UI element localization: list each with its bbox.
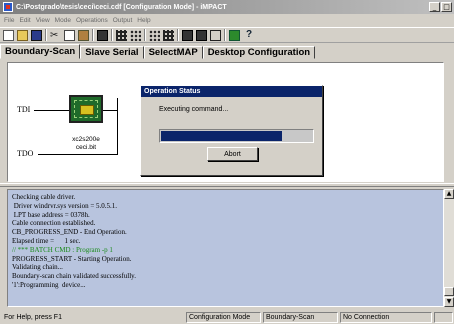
open-folder-icon[interactable]: [17, 29, 28, 41]
initialize-chain-icon[interactable]: [130, 29, 141, 41]
new-file-icon[interactable]: [3, 29, 14, 41]
toolbar-separator: [144, 29, 146, 41]
erase-icon[interactable]: [196, 29, 207, 41]
log-line: CB_PROGRESS_END - End Operation.: [12, 228, 127, 237]
device-file: ceci.bit: [75, 144, 97, 151]
toolbar-separator: [111, 29, 113, 41]
scroll-thumb[interactable]: [444, 287, 454, 296]
window-controls: _ □: [429, 2, 452, 12]
toolbar-separator: [177, 29, 179, 41]
verify-icon[interactable]: [182, 29, 193, 41]
output-console[interactable]: Checking cable driver. Driver windrvr.sy…: [7, 189, 444, 307]
menu-file[interactable]: File: [4, 17, 14, 24]
minimize-button[interactable]: _: [429, 2, 440, 12]
status-help: For Help, press F1: [4, 314, 62, 321]
add-device-icon[interactable]: [97, 29, 108, 41]
toolbar-separator: [45, 29, 47, 41]
progress-fill: [161, 131, 282, 141]
blank-check-icon[interactable]: [210, 29, 221, 41]
log-line: Checking cable driver.: [12, 193, 76, 201]
log-line: LPT base address = 0378h.: [12, 210, 90, 219]
tdi-wire: [34, 110, 69, 111]
console-scrollbar[interactable]: ▲ ▼: [444, 189, 454, 307]
toolbar-separator: [92, 29, 94, 41]
log-line: Elapsed time = 1 sec.: [12, 236, 81, 245]
device-name: xc2s200e: [72, 136, 100, 143]
toolbar-separator: [224, 29, 226, 41]
dialog-title[interactable]: Operation Status: [141, 86, 322, 97]
save-icon[interactable]: [31, 29, 42, 41]
paste-icon[interactable]: [78, 29, 89, 41]
assign-file-icon[interactable]: [149, 29, 160, 41]
log-line: Cable connection established.: [12, 219, 96, 228]
console-log: Checking cable driver. Driver windrvr.sy…: [12, 193, 136, 290]
menu-bar: File Edit View Mode Operations Output He…: [0, 15, 454, 26]
log-line: '1':Programming device...: [12, 280, 86, 289]
tdo-wire: [38, 154, 118, 155]
copy-icon[interactable]: [64, 29, 75, 41]
impact-window: C:\Postgrado\tesis\ceci\ceci.cdf [Config…: [0, 0, 454, 324]
chain-grid-icon[interactable]: [116, 29, 127, 41]
menu-output[interactable]: Output: [113, 17, 133, 24]
mode-tabs: Boundary-Scan Slave Serial SelectMAP Des…: [0, 44, 454, 59]
log-line: Validating chain...: [12, 263, 63, 272]
scroll-down-icon[interactable]: ▼: [444, 297, 454, 307]
program-icon[interactable]: [163, 29, 174, 41]
title-bar[interactable]: C:\Postgrado\tesis\ceci\ceci.cdf [Config…: [0, 0, 454, 14]
menu-view[interactable]: View: [36, 17, 50, 24]
scroll-up-icon[interactable]: ▲: [444, 189, 454, 199]
menu-operations[interactable]: Operations: [76, 17, 108, 24]
pane-splitter[interactable]: [0, 183, 454, 187]
status-mode: Configuration Mode: [186, 312, 261, 323]
status-connection: No Connection: [340, 312, 432, 323]
status-scan: Boundary-Scan: [263, 312, 338, 323]
tab-desktop-configuration[interactable]: Desktop Configuration: [202, 46, 316, 59]
menu-mode[interactable]: Mode: [55, 17, 71, 24]
toolbar: [0, 27, 454, 43]
tab-selectmap[interactable]: SelectMAP: [143, 46, 203, 59]
progress-bar: [159, 129, 314, 143]
abort-button[interactable]: Abort: [207, 147, 258, 161]
maximize-button[interactable]: □: [441, 2, 452, 12]
status-extra: [434, 312, 453, 323]
log-line: Driver windrvr.sys version = 5.0.5.1.: [12, 201, 118, 210]
tdo-label: TDO: [17, 149, 34, 158]
log-line: Boundary-scan chain validated successful…: [12, 272, 136, 281]
context-help-icon[interactable]: [243, 29, 254, 41]
impact-app-icon[interactable]: [3, 2, 13, 12]
operation-status-dialog: Operation Status Executing command... Ab…: [140, 85, 323, 176]
xilinx-logo-icon: [80, 105, 94, 115]
log-line: // *** BATCH CMD : Program -p 1: [12, 245, 113, 254]
tdi-label: TDI: [17, 105, 31, 114]
log-line: PROGRESS_START - Starting Operation.: [12, 254, 132, 263]
cut-icon[interactable]: [50, 30, 61, 41]
menu-edit[interactable]: Edit: [19, 17, 30, 24]
window-title: C:\Postgrado\tesis\ceci\ceci.cdf [Config…: [16, 3, 227, 11]
fpga-device[interactable]: [69, 95, 103, 123]
tab-boundary-scan[interactable]: Boundary-Scan: [0, 44, 81, 59]
status-bar: For Help, press F1 Configuration Mode Bo…: [0, 311, 454, 324]
tab-slave-serial[interactable]: Slave Serial: [80, 46, 144, 59]
dialog-message: Executing command...: [159, 106, 229, 113]
chain-wire: [103, 110, 117, 111]
cable-setup-icon[interactable]: [229, 29, 240, 41]
menu-help[interactable]: Help: [137, 17, 150, 24]
